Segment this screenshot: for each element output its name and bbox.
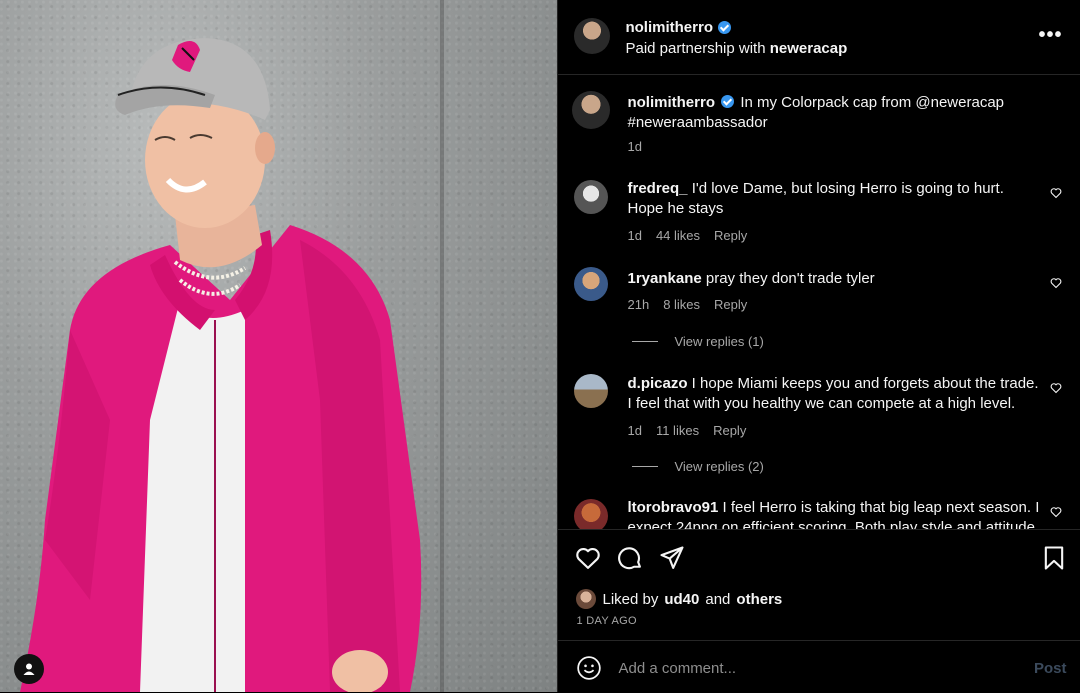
comment-icon[interactable] (616, 544, 644, 572)
caption-avatar[interactable] (572, 91, 611, 129)
comment-avatar[interactable] (574, 180, 609, 214)
comment-like-icon[interactable] (1050, 506, 1062, 518)
comment-like-icon[interactable] (1050, 277, 1062, 289)
comment-text: pray they don't trade tyler (705, 270, 875, 287)
post-actions: Liked by ud40 and others 1 DAY AGO (558, 529, 1080, 640)
liked-by-prefix: Liked by (602, 590, 659, 608)
author-row: nolimitherro (625, 19, 731, 36)
emoji-icon[interactable] (576, 655, 602, 681)
comment-time[interactable]: 1d (627, 228, 641, 243)
comment-avatar[interactable] (574, 374, 609, 408)
comment-meta: 21h 8 likes Reply (627, 297, 747, 312)
comment-username[interactable]: fredreq_ (627, 180, 687, 197)
view-replies-button[interactable]: View replies (1) (632, 334, 764, 349)
likes-others-link[interactable]: others (736, 591, 782, 608)
comment-likes[interactable]: 8 likes (663, 297, 700, 312)
post-header: nolimitherro Paid partnership with newer… (558, 0, 1080, 75)
liker-username[interactable]: ud40 (664, 591, 699, 608)
reply-button[interactable]: Reply (714, 297, 747, 312)
comment-input[interactable] (616, 655, 1021, 681)
view-replies-label: View replies (2) (674, 459, 764, 474)
author-username[interactable]: nolimitherro (625, 19, 713, 36)
caption-username[interactable]: nolimitherro (627, 94, 715, 111)
comment-like-icon[interactable] (1050, 187, 1062, 199)
comment-text: I hope Miami keeps you and forgets about… (627, 375, 1039, 412)
user-tag-button[interactable] (14, 654, 44, 684)
comment-username[interactable]: d.picazo (627, 375, 687, 392)
person-illustration (20, 38, 422, 692)
comment-username[interactable]: 1ryankane (627, 270, 701, 287)
reply-button[interactable]: Reply (714, 228, 747, 243)
comment-meta: 1d 44 likes Reply (627, 228, 747, 243)
partnership-label: Paid partnership with neweracap (625, 40, 847, 57)
comment-likes[interactable]: 11 likes (656, 423, 699, 438)
liker-avatar[interactable] (576, 589, 597, 609)
comments-list[interactable]: nolimitherro In my Colorpack cap from @n… (558, 75, 1080, 529)
comment-likes[interactable]: 44 likes (656, 228, 700, 243)
more-icon[interactable]: ••• (1038, 24, 1062, 47)
user-tag-icon (23, 663, 35, 675)
share-icon[interactable] (658, 544, 686, 572)
view-replies-button[interactable]: View replies (2) (632, 459, 764, 474)
post-modal: nolimitherro Paid partnership with newer… (0, 0, 1080, 692)
caption-time[interactable]: 1d (627, 139, 641, 154)
partnership-prefix: Paid partnership with (625, 40, 766, 57)
comment-username[interactable]: ltorobravo91 (627, 499, 718, 516)
author-avatar[interactable] (574, 18, 611, 54)
comment-text-block: d.picazo I hope Miami keeps you and forg… (627, 374, 1039, 414)
verified-icon (718, 21, 731, 34)
comment-text-block: fredreq_ I'd love Dame, but losing Herro… (627, 179, 1039, 219)
comment-text-block: ltorobravo91 I feel Herro is taking that… (627, 498, 1039, 529)
comment-time[interactable]: 21h (627, 297, 649, 312)
reply-button[interactable]: Reply (713, 423, 746, 438)
liked-by-and: and (705, 590, 731, 608)
verified-icon (721, 95, 735, 108)
partner-link[interactable]: neweracap (770, 40, 848, 57)
add-comment-bar: Post (558, 640, 1080, 693)
replies-divider (632, 466, 659, 467)
comment-text-block: 1ryankane pray they don't trade tyler (627, 269, 1039, 289)
caption-meta: 1d (627, 139, 641, 154)
bookmark-icon[interactable] (1040, 544, 1068, 572)
view-replies-label: View replies (1) (674, 334, 764, 349)
heart-icon[interactable] (574, 544, 602, 572)
post-photo[interactable] (0, 0, 558, 692)
comment-like-icon[interactable] (1050, 382, 1062, 394)
post-comment-button[interactable]: Post (1034, 660, 1067, 677)
caption-text-block: nolimitherro In my Colorpack cap from @n… (627, 93, 1039, 133)
post-date[interactable]: 1 DAY AGO (576, 615, 636, 627)
liked-by: Liked by ud40 and others (576, 589, 782, 609)
comment-avatar[interactable] (574, 499, 609, 529)
replies-divider (632, 341, 659, 342)
comment-avatar[interactable] (574, 267, 609, 301)
comment-meta: 1d 11 likes Reply (627, 423, 746, 438)
comment-time[interactable]: 1d (627, 423, 641, 438)
post-sidebar: nolimitherro Paid partnership with newer… (557, 0, 1080, 692)
